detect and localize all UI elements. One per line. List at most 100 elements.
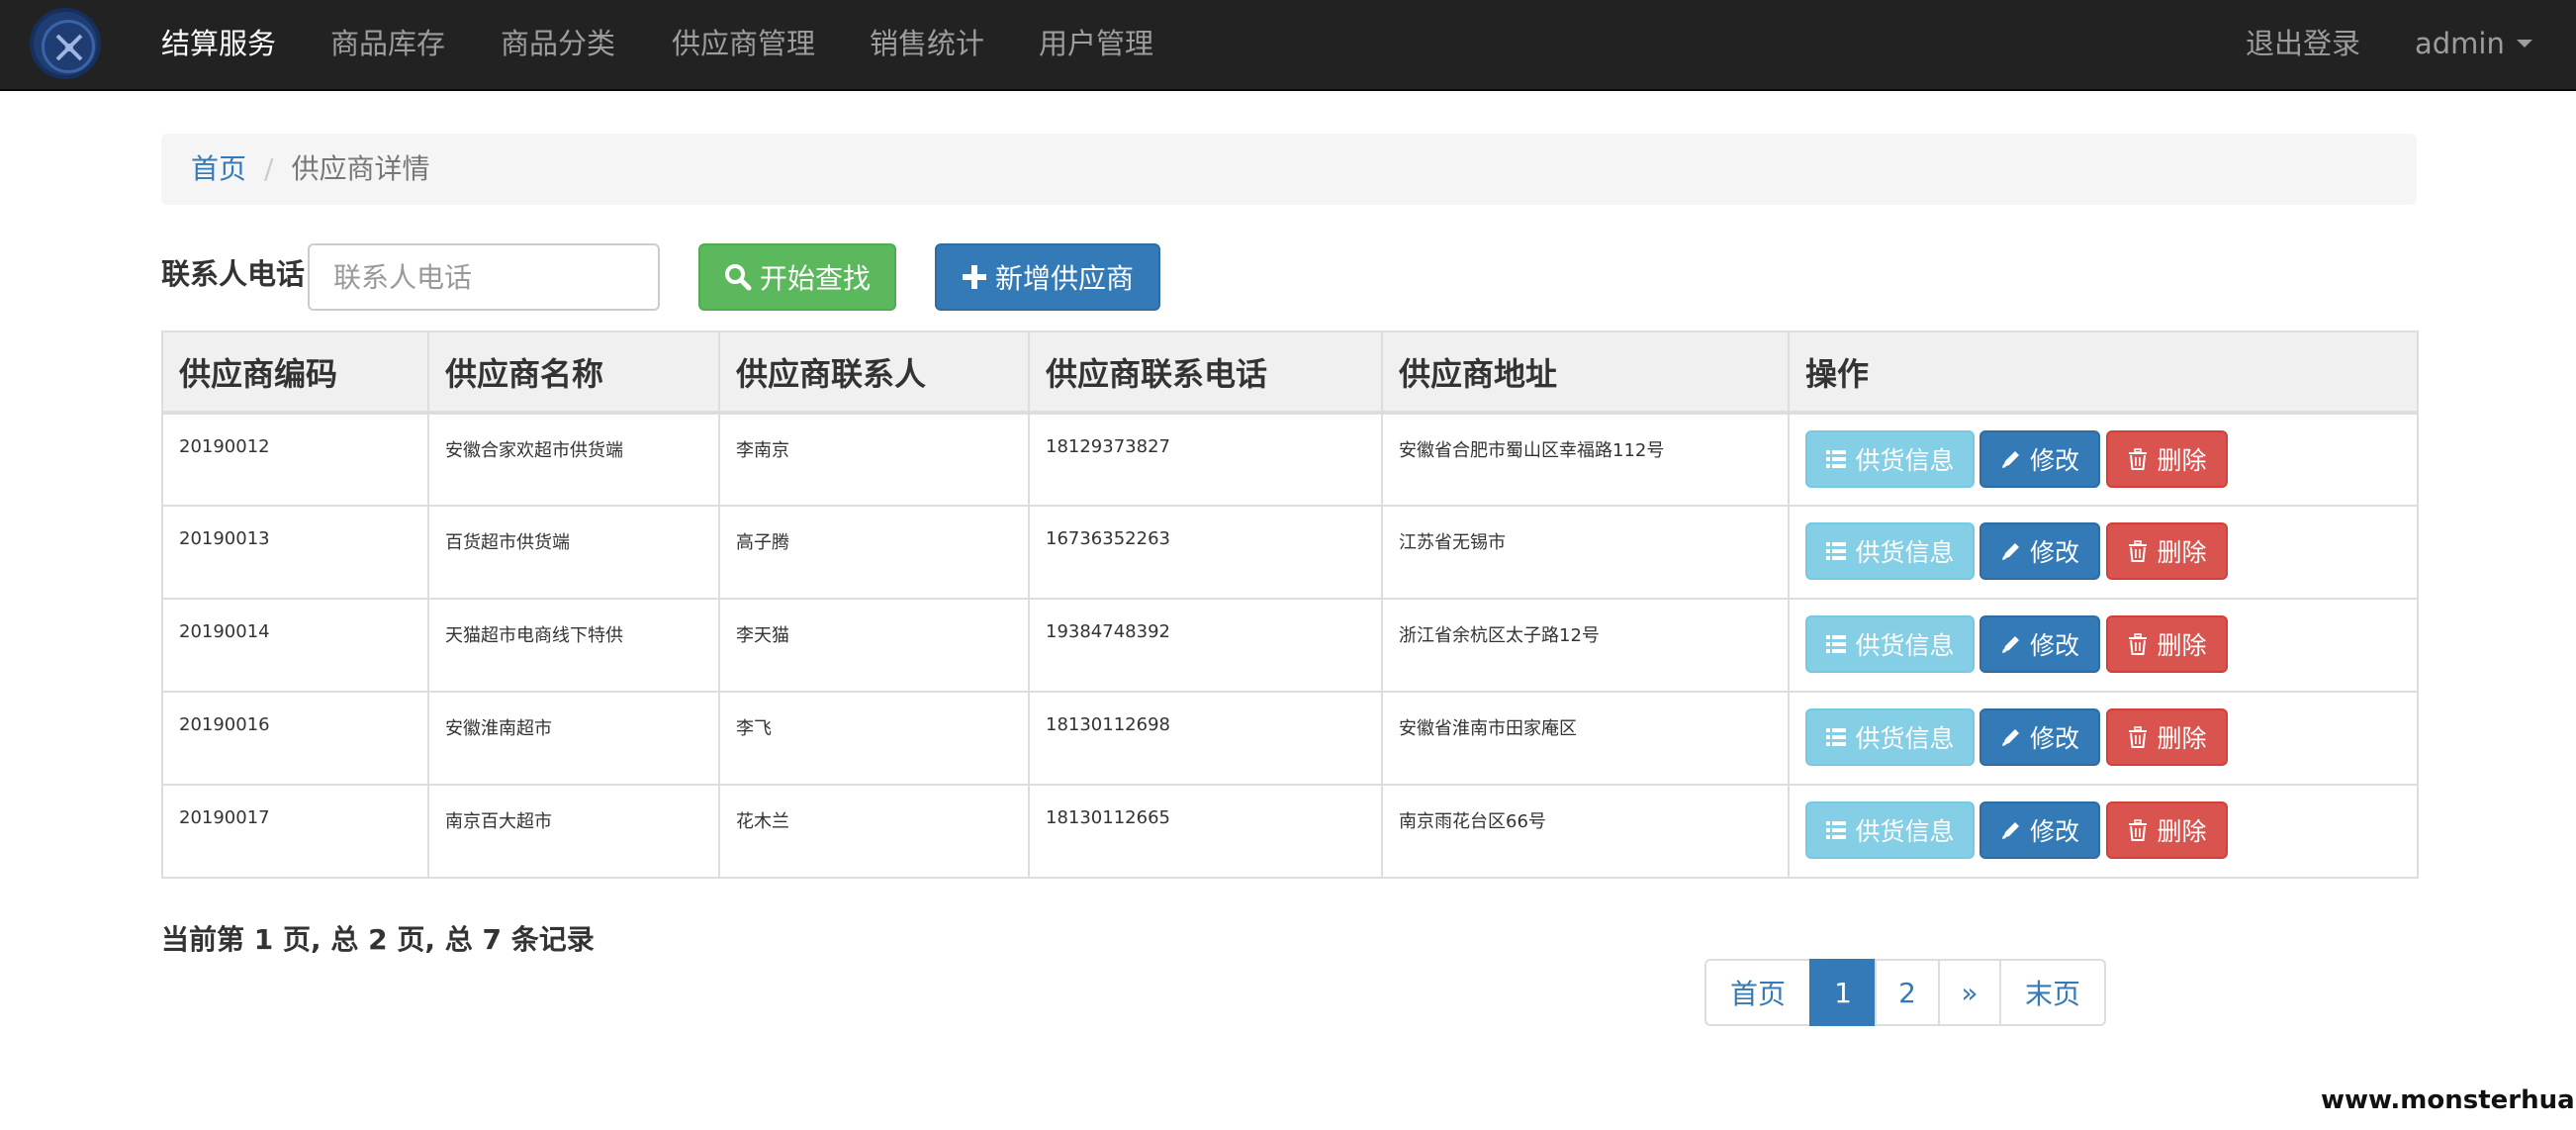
cell-name: 百货超市供货端: [427, 505, 720, 600]
cell-address: 江苏省无锡市: [1381, 505, 1790, 600]
row-actions: 供货信息 修改 删除: [1805, 430, 2417, 490]
trash-icon: [2127, 448, 2149, 470]
supply-info-button[interactable]: 供货信息: [1805, 430, 1975, 488]
cell-name: 天猫超市电商线下特供: [427, 598, 720, 693]
table-row: 20190017 南京百大超市 花木兰 18130112665 南京雨花台区66号 供货信…: [161, 784, 2419, 879]
supplier-table-container: 供应商编码 供应商名称 供应商联系人 供应商联系电话 供应商地址 操作 2019…: [161, 330, 2419, 879]
search-icon: [724, 263, 752, 291]
supply-info-button[interactable]: 供货信息: [1805, 801, 1975, 859]
delete-button[interactable]: 删除: [2106, 708, 2228, 766]
delete-button[interactable]: 删除: [2106, 522, 2228, 580]
edit-button[interactable]: 修改: [1979, 801, 2100, 859]
trash-icon: [2127, 540, 2149, 562]
pencil-icon: [2000, 540, 2022, 562]
cell-contact: 李飞: [718, 691, 1030, 786]
trash-icon: [2127, 633, 2149, 655]
breadcrumb-separator: /: [264, 152, 274, 185]
supply-info-button[interactable]: 供货信息: [1805, 708, 1975, 766]
breadcrumb-current: 供应商详情: [291, 152, 430, 185]
cell-contact: 李南京: [718, 412, 1030, 507]
add-supplier-button[interactable]: 新增供应商: [935, 243, 1160, 311]
edit-button[interactable]: 修改: [1979, 615, 2100, 673]
cell-actions: 供货信息 修改 删除: [1788, 412, 2419, 507]
cell-address: 浙江省余杭区太子路12号: [1381, 598, 1790, 693]
supply-info-button[interactable]: 供货信息: [1805, 615, 1975, 673]
pagination-last[interactable]: 末页: [1999, 959, 2106, 1026]
header-actions: 操作: [1788, 330, 2419, 415]
cell-actions: 供货信息 修改 删除: [1788, 598, 2419, 693]
table-header-row: 供应商编码 供应商名称 供应商联系人 供应商联系电话 供应商地址 操作: [161, 330, 2419, 415]
caret-down-icon: [2516, 40, 2532, 47]
nav-item-users[interactable]: 用户管理: [1039, 24, 1153, 63]
phone-search-input[interactable]: [308, 243, 660, 311]
pagination-next[interactable]: »: [1938, 959, 2001, 1026]
header-phone: 供应商联系电话: [1028, 330, 1383, 415]
cell-contact: 李天猫: [718, 598, 1030, 693]
supply-info-button[interactable]: 供货信息: [1805, 522, 1975, 580]
cell-code: 20190016: [161, 691, 429, 786]
cell-contact: 花木兰: [718, 784, 1030, 879]
cell-code: 20190013: [161, 505, 429, 600]
delete-button[interactable]: 删除: [2106, 430, 2228, 488]
delete-button[interactable]: 删除: [2106, 615, 2228, 673]
search-button[interactable]: 开始查找: [698, 243, 896, 311]
top-navbar: 结算服务 商品库存 商品分类 供应商管理 销售统计 用户管理 退出登录 admi…: [0, 0, 2576, 91]
table-row: 20190016 安徽淮南超市 李飞 18130112698 安徽省淮南市田家庵区 供货信…: [161, 691, 2419, 786]
nav-item-inventory[interactable]: 商品库存: [330, 24, 445, 63]
cell-phone: 16736352263: [1028, 505, 1383, 600]
breadcrumb-home-link[interactable]: 首页: [191, 152, 246, 185]
cell-address: 南京雨花台区66号: [1381, 784, 1790, 879]
delete-button-label: 删除: [2157, 631, 2207, 660]
row-actions: 供货信息 修改 删除: [1805, 522, 2417, 582]
pencil-icon: [2000, 726, 2022, 748]
pagination-first[interactable]: 首页: [1704, 959, 1811, 1026]
nav-item-supplier[interactable]: 供应商管理: [672, 24, 815, 63]
pencil-icon: [2000, 633, 2022, 655]
edit-button[interactable]: 修改: [1979, 522, 2100, 580]
delete-button[interactable]: 删除: [2106, 801, 2228, 859]
cell-phone: 19384748392: [1028, 598, 1383, 693]
add-supplier-button-label: 新增供应商: [994, 262, 1134, 295]
list-icon: [1825, 448, 1847, 470]
edit-button-label: 修改: [2029, 724, 2079, 753]
cell-phone: 18130112665: [1028, 784, 1383, 879]
edit-button-label: 修改: [2029, 817, 2079, 846]
delete-button-label: 删除: [2157, 817, 2207, 846]
pagination-page-2[interactable]: 2: [1875, 959, 1940, 1026]
supply-info-button-label: 供货信息: [1855, 538, 1955, 567]
cell-name: 南京百大超市: [427, 784, 720, 879]
pagination-page-1[interactable]: 1: [1809, 959, 1877, 1026]
cell-contact: 高子腾: [718, 505, 1030, 600]
pencil-icon: [2000, 448, 2022, 470]
list-icon: [1825, 633, 1847, 655]
pencil-icon: [2000, 819, 2022, 841]
nav-brand[interactable]: 结算服务: [161, 24, 276, 63]
list-icon: [1825, 819, 1847, 841]
edit-button[interactable]: 修改: [1979, 430, 2100, 488]
cell-code: 20190012: [161, 412, 429, 507]
cell-code: 20190014: [161, 598, 429, 693]
header-name: 供应商名称: [427, 330, 720, 415]
logout-link[interactable]: 退出登录: [2246, 24, 2360, 63]
cell-name: 安徽合家欢超市供货端: [427, 412, 720, 507]
row-actions: 供货信息 修改 删除: [1805, 801, 2417, 861]
table-row: 20190012 安徽合家欢超市供货端 李南京 18129373827 安徽省合肥市蜀山…: [161, 412, 2419, 507]
user-menu[interactable]: admin: [2415, 24, 2532, 63]
row-actions: 供货信息 修改 删除: [1805, 615, 2417, 675]
edit-button-label: 修改: [2029, 631, 2079, 660]
pagination: 首页 1 2 » 末页: [1704, 959, 2106, 1026]
edit-button[interactable]: 修改: [1979, 708, 2100, 766]
site-logo[interactable]: [30, 8, 101, 79]
nav-item-category[interactable]: 商品分类: [501, 24, 615, 63]
header-code: 供应商编码: [161, 330, 429, 415]
supply-info-button-label: 供货信息: [1855, 631, 1955, 660]
watermark: www.monsterhua.com: [2321, 1085, 2576, 1115]
edit-button-label: 修改: [2029, 446, 2079, 475]
cell-actions: 供货信息 修改 删除: [1788, 784, 2419, 879]
nav-item-sales[interactable]: 销售统计: [870, 24, 984, 63]
header-address: 供应商地址: [1381, 330, 1790, 415]
list-icon: [1825, 726, 1847, 748]
delete-button-label: 删除: [2157, 724, 2207, 753]
user-name: admin: [2415, 27, 2505, 60]
cell-actions: 供货信息 修改 删除: [1788, 691, 2419, 786]
